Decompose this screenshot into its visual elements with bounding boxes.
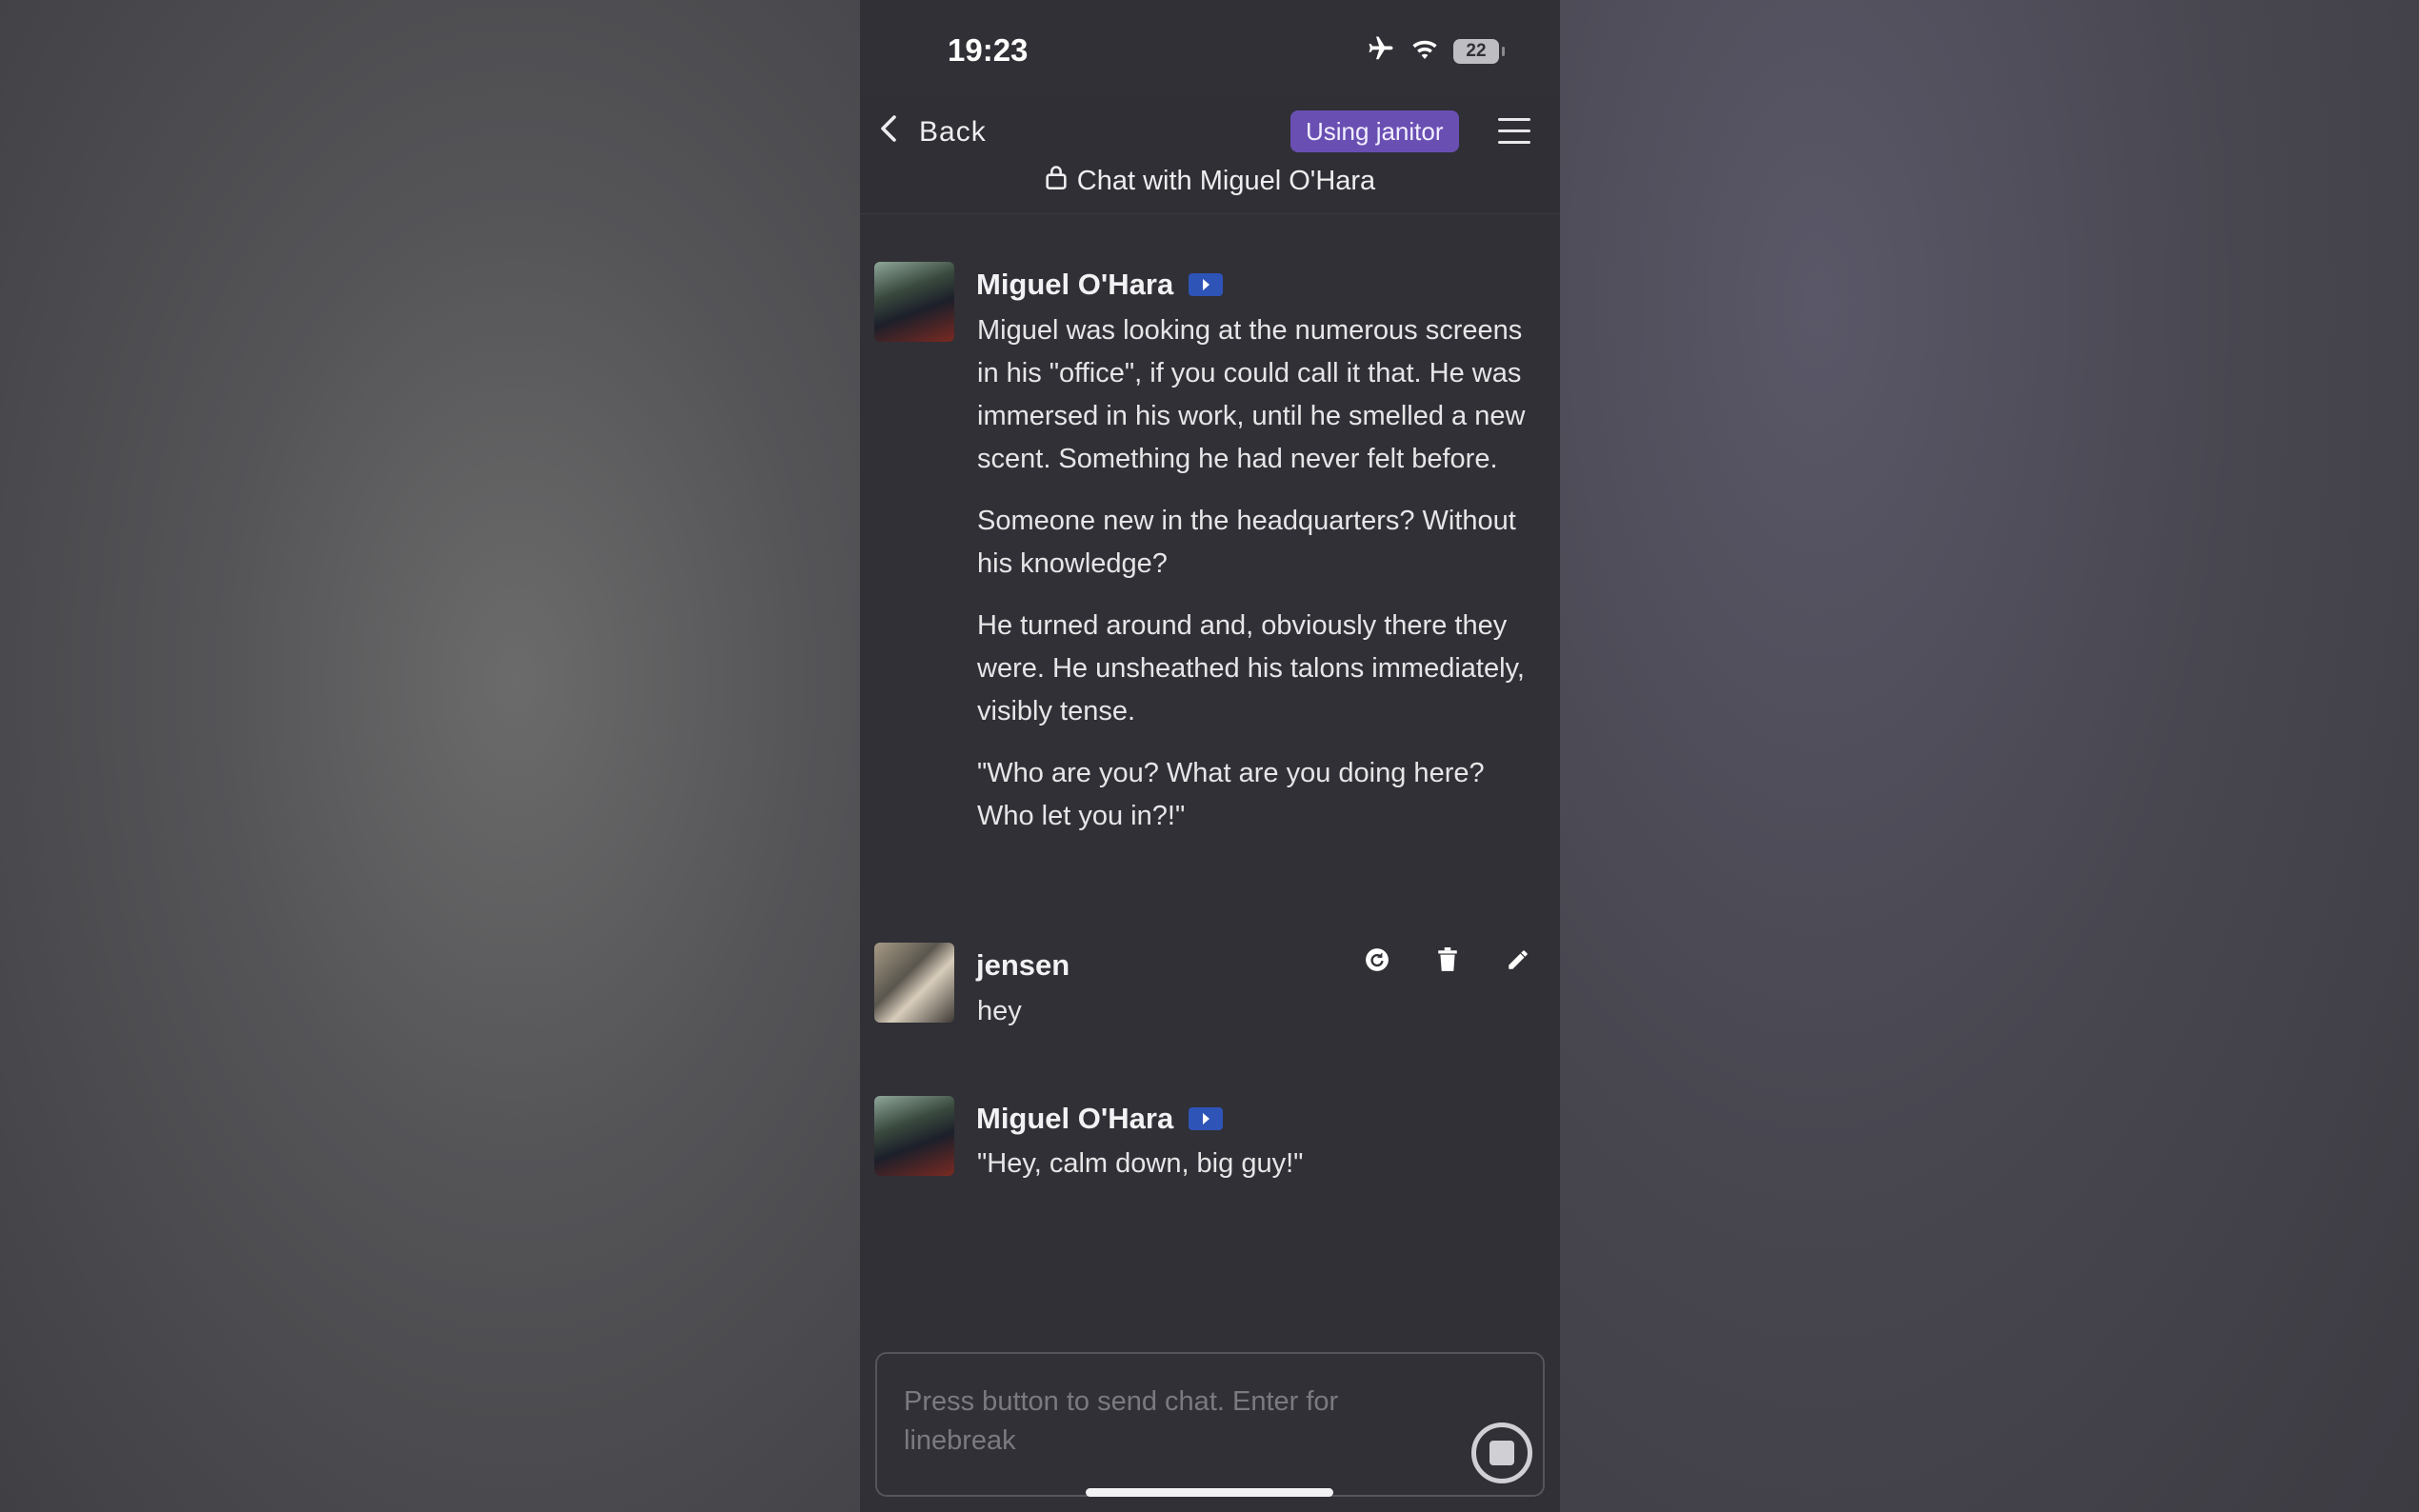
airplane-icon bbox=[1366, 34, 1396, 68]
bot-icon bbox=[1189, 1107, 1224, 1130]
message-paragraph: hey bbox=[977, 996, 1022, 1026]
message-paragraph: Miguel was looking at the numerous scree… bbox=[977, 315, 1526, 474]
model-badge[interactable]: Using janitor bbox=[1290, 110, 1459, 152]
message-author: Miguel O'Hara bbox=[976, 1102, 1224, 1136]
avatar[interactable] bbox=[874, 262, 954, 342]
home-indicator[interactable] bbox=[1086, 1488, 1333, 1497]
chat-header: Back Using janitor Chat with Miguel O'Ha… bbox=[860, 95, 1560, 214]
battery-icon: 22 bbox=[1453, 38, 1505, 64]
lock-icon bbox=[1045, 164, 1068, 198]
wifi-icon bbox=[1409, 36, 1440, 66]
pencil-icon[interactable] bbox=[1506, 945, 1530, 974]
hamburger-menu-icon[interactable] bbox=[1498, 118, 1530, 145]
regenerate-icon[interactable] bbox=[1365, 945, 1389, 974]
message-author: Miguel O'Hara bbox=[976, 268, 1224, 302]
message-paragraph: Someone new in the headquarters? Without… bbox=[977, 506, 1516, 579]
background-left bbox=[0, 0, 860, 1512]
status-bar: 19:23 22 bbox=[860, 0, 1560, 95]
back-label: Back bbox=[919, 116, 987, 148]
message-paragraph: "Hey, calm down, big guy!" bbox=[977, 1148, 1304, 1179]
message-body: Miguel was looking at the numerous scree… bbox=[977, 309, 1539, 857]
avatar[interactable] bbox=[874, 943, 954, 1023]
chat-composer bbox=[875, 1352, 1545, 1497]
message-body: hey bbox=[977, 990, 1358, 1052]
avatar[interactable] bbox=[874, 1096, 954, 1176]
phone-screen: 19:23 22 Back Using janitor Chat with Mi… bbox=[860, 0, 1560, 1512]
background-right bbox=[1560, 0, 2419, 1512]
trash-icon[interactable] bbox=[1435, 945, 1460, 974]
chat-input[interactable] bbox=[904, 1383, 1437, 1468]
status-time: 19:23 bbox=[948, 32, 1029, 68]
stop-icon[interactable] bbox=[1471, 1422, 1532, 1483]
bot-icon bbox=[1189, 273, 1224, 296]
message-paragraph: "Who are you? What are you doing here? W… bbox=[977, 758, 1485, 831]
chat-title: Chat with Miguel O'Hara bbox=[860, 164, 1560, 198]
chevron-left-icon bbox=[879, 114, 898, 150]
message-author: jensen bbox=[976, 948, 1070, 982]
message-actions bbox=[1365, 945, 1530, 974]
message-paragraph: He turned around and, obviously there th… bbox=[977, 610, 1525, 726]
chat-title-text: Chat with Miguel O'Hara bbox=[1076, 165, 1376, 196]
message-body: "Hey, calm down, big guy!" bbox=[977, 1143, 1539, 1204]
back-button[interactable]: Back bbox=[879, 114, 987, 150]
status-icons: 22 bbox=[1366, 34, 1505, 68]
